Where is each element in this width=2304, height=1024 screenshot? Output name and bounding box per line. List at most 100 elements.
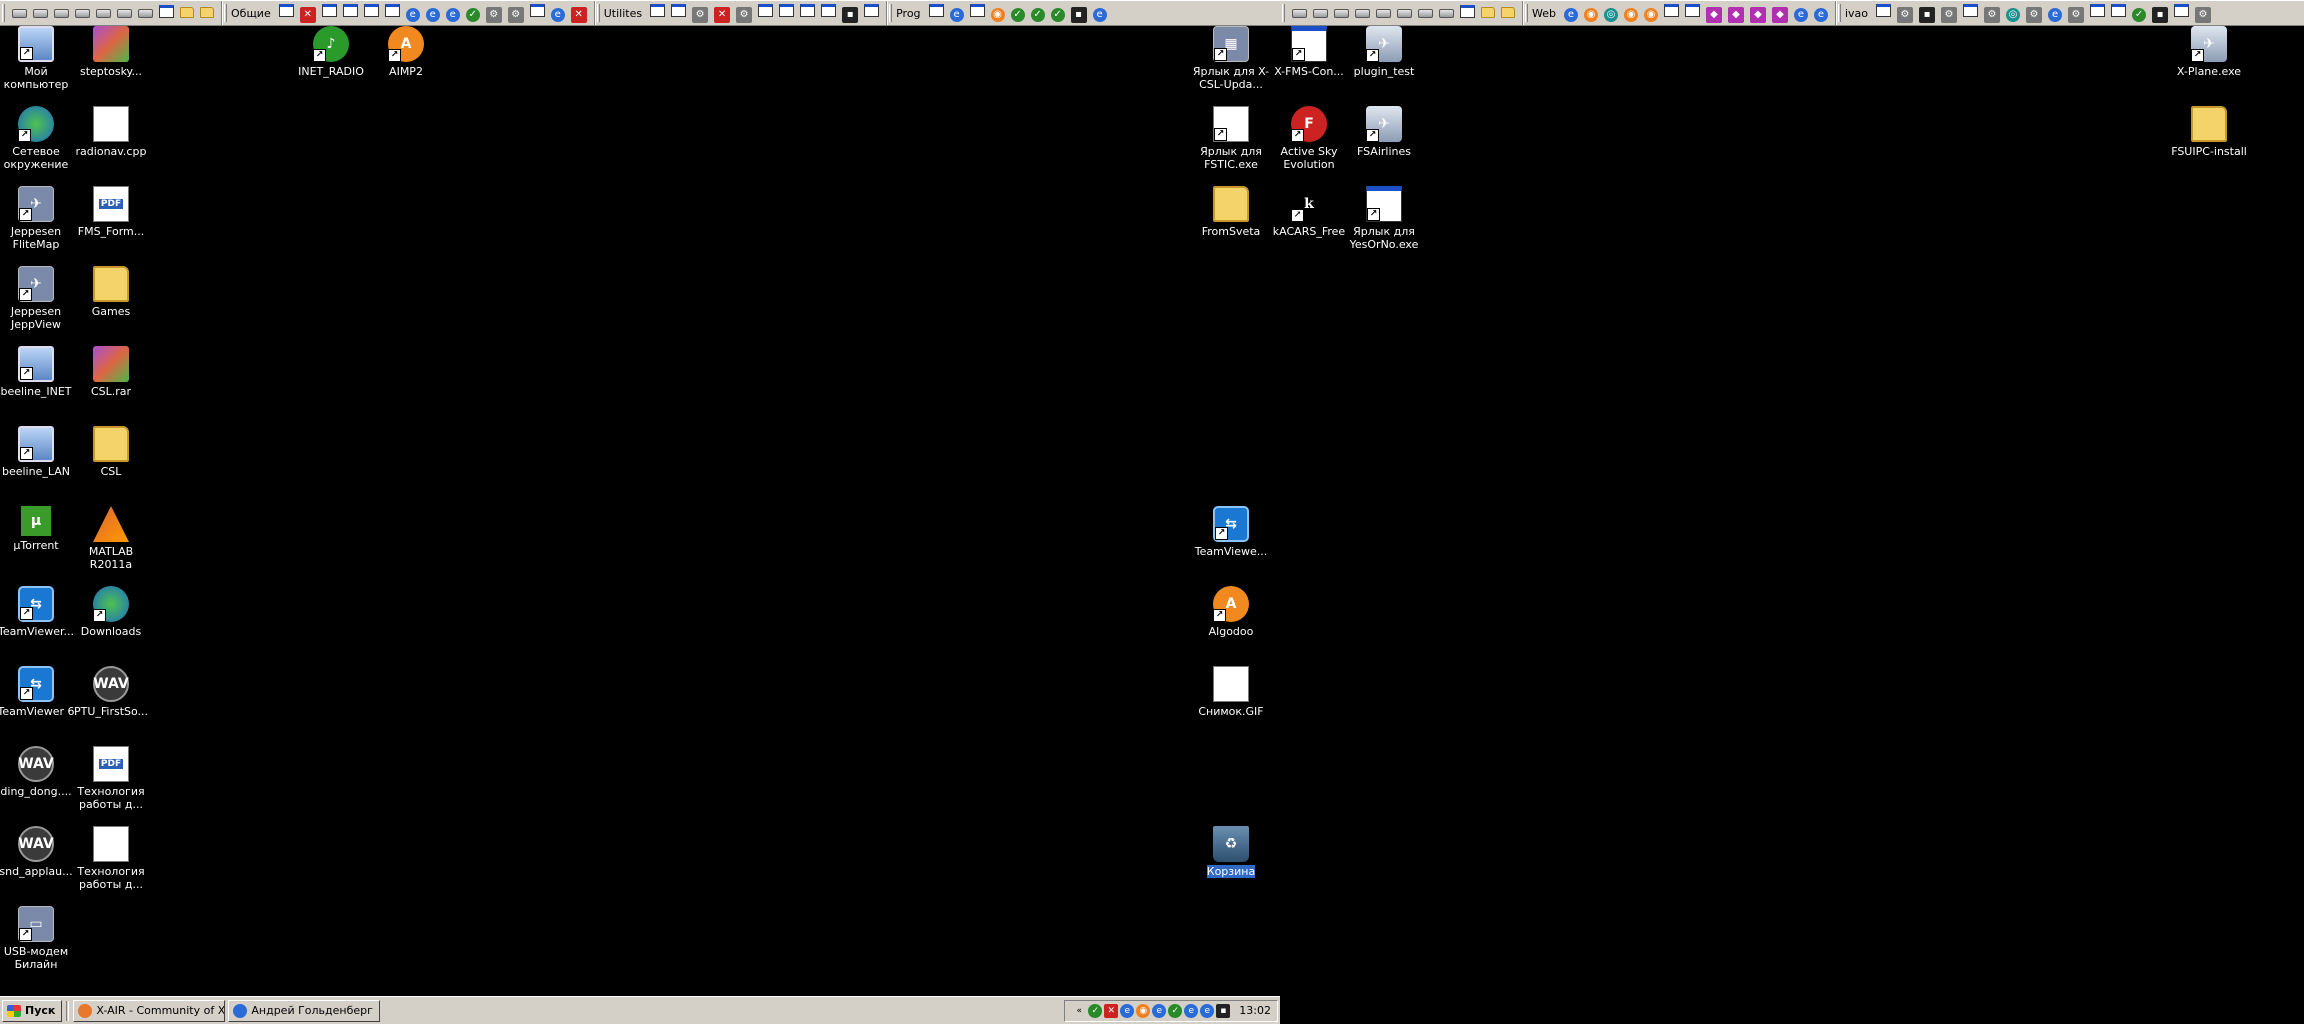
- drive-launch-icon[interactable]: [1313, 9, 1328, 18]
- toolbar-label-ivao[interactable]: ivao: [1845, 7, 1868, 20]
- gray-launch-icon[interactable]: ⚙: [1897, 6, 1914, 23]
- desktop-icon[interactable]: Games: [69, 266, 153, 318]
- desktop-icon[interactable]: FSi Ярлык для FSTIC.exe: [1189, 106, 1273, 171]
- win-launch-icon[interactable]: [928, 3, 944, 17]
- red-launch-icon[interactable]: ✕: [570, 6, 587, 23]
- drive-launch-icon[interactable]: [1439, 9, 1454, 18]
- desktop-icon[interactable]: FromSveta: [1189, 186, 1273, 238]
- desktop-icon[interactable]: ✈ Jeppesen JeppView: [0, 266, 78, 331]
- win-launch-icon[interactable]: [864, 3, 880, 17]
- desktop-icon[interactable]: ⇆ TeamViewer 6: [0, 666, 78, 718]
- blue-launch-icon[interactable]: e: [550, 7, 565, 22]
- win-launch-icon[interactable]: [779, 3, 795, 17]
- gray-launch-icon[interactable]: ⚙: [2195, 6, 2212, 23]
- green-launch-icon[interactable]: ✓: [2132, 7, 2147, 22]
- desktop-icon[interactable]: beeline_INET: [0, 346, 78, 398]
- win-launch-icon[interactable]: [758, 3, 774, 17]
- blue-tray-icon[interactable]: e: [1152, 1004, 1167, 1019]
- red-tray-icon[interactable]: ✕: [1104, 1004, 1119, 1019]
- purple-launch-icon[interactable]: ◆: [1705, 6, 1722, 23]
- desktop-icon[interactable]: PDF FMS_Form...: [69, 186, 153, 238]
- desktop-icon[interactable]: C++ radionav.cpp: [69, 106, 153, 158]
- blue-launch-icon[interactable]: e: [2048, 7, 2063, 22]
- toolbar-label-utilites[interactable]: Utilites: [604, 7, 642, 20]
- desktop-icon[interactable]: beeline_LAN: [0, 426, 78, 478]
- blue-launch-icon[interactable]: e: [1092, 7, 1107, 22]
- win-launch-icon[interactable]: [529, 3, 545, 17]
- win-launch-icon[interactable]: [321, 3, 337, 17]
- win-launch-icon[interactable]: [2090, 3, 2106, 17]
- task-button-xair[interactable]: X-AIR - Community of X-...: [73, 999, 226, 1022]
- dark-launch-icon[interactable]: ▪: [842, 6, 859, 23]
- desktop-icon[interactable]: k kACARS_Free: [1267, 186, 1351, 238]
- desktop-icon[interactable]: ✈ Jeppesen FliteMap: [0, 186, 78, 251]
- green-tray-icon[interactable]: ✓: [1088, 1004, 1103, 1019]
- desktop-icon[interactable]: µ µTorrent: [0, 506, 78, 552]
- desktop-icon[interactable]: ✈ X-Plane.exe: [2167, 26, 2251, 78]
- toolbar-grip[interactable]: [889, 4, 893, 22]
- gray-launch-icon[interactable]: ⚙: [507, 6, 524, 23]
- blue-launch-icon[interactable]: e: [1563, 7, 1578, 22]
- dark-launch-icon[interactable]: ▪: [1070, 6, 1087, 23]
- dark-launch-icon[interactable]: ▪: [1919, 6, 1936, 23]
- drive-launch-icon[interactable]: [1334, 9, 1349, 18]
- drive-launch-icon[interactable]: [75, 9, 90, 18]
- win-launch-icon[interactable]: [800, 3, 816, 17]
- drive-launch-icon[interactable]: [33, 9, 48, 18]
- win-launch-icon[interactable]: [1876, 3, 1892, 17]
- teal-launch-icon[interactable]: ◎: [1603, 7, 1618, 22]
- drive-launch-icon[interactable]: [1355, 9, 1370, 18]
- win-launch-icon[interactable]: [1963, 3, 1979, 17]
- desktop-icon[interactable]: F Active Sky Evolution: [1267, 106, 1351, 171]
- drive-launch-icon[interactable]: [1418, 9, 1433, 18]
- green-tray-icon[interactable]: ✓: [1168, 1004, 1183, 1019]
- toolbar-grip[interactable]: [596, 4, 600, 22]
- desktop-icon[interactable]: WAV snd_applau...: [0, 826, 78, 878]
- desktop-icon[interactable]: Downloads: [69, 586, 153, 638]
- desktop-icon[interactable]: ✈ plugin_test: [1342, 26, 1426, 78]
- desktop-icon[interactable]: ▣ Снимок.GIF: [1189, 666, 1273, 718]
- red-launch-icon[interactable]: ✕: [714, 6, 731, 23]
- drive-launch-icon[interactable]: [96, 9, 111, 18]
- toolbar-grip[interactable]: [1837, 4, 1841, 22]
- folder-launch-icon[interactable]: [200, 7, 214, 18]
- blue-launch-icon[interactable]: e: [1813, 7, 1828, 22]
- desktop-icon[interactable]: PDF Технология работы д...: [69, 746, 153, 811]
- gray-launch-icon[interactable]: ⚙: [1984, 6, 2001, 23]
- win-launch-icon[interactable]: [278, 3, 294, 17]
- dark-launch-icon[interactable]: ▪: [2152, 6, 2169, 23]
- gray-launch-icon[interactable]: ⚙: [485, 6, 502, 23]
- toolbar-label-obshie[interactable]: Общие: [231, 7, 271, 20]
- desktop-icon[interactable]: A Algodoo: [1189, 586, 1273, 638]
- win-launch-icon[interactable]: [1663, 3, 1679, 17]
- win-launch-icon[interactable]: [821, 3, 837, 17]
- start-button[interactable]: Пуск: [2, 999, 63, 1022]
- orange-tray-icon[interactable]: ◉: [1136, 1004, 1151, 1019]
- green-launch-icon[interactable]: ✓: [1030, 7, 1045, 22]
- blue-tray-icon[interactable]: e: [1120, 1004, 1135, 1019]
- purple-launch-icon[interactable]: ◆: [1749, 6, 1766, 23]
- expand-tray-tray-icon[interactable]: «: [1072, 1004, 1086, 1018]
- folder-launch-icon[interactable]: [1501, 7, 1515, 18]
- win-launch-icon[interactable]: [2111, 3, 2127, 17]
- win-launch-icon[interactable]: [1460, 5, 1475, 18]
- gray-launch-icon[interactable]: ⚙: [736, 6, 753, 23]
- gray-launch-icon[interactable]: ⚙: [2068, 6, 2085, 23]
- desktop-icon[interactable]: X-FMS-Con...: [1267, 26, 1351, 78]
- blue-launch-icon[interactable]: e: [405, 7, 420, 22]
- folder-launch-icon[interactable]: [180, 7, 194, 18]
- orange-launch-icon[interactable]: ◉: [1583, 7, 1598, 22]
- blue-tray-icon[interactable]: e: [1200, 1004, 1215, 1019]
- toolbar-grip[interactable]: [2, 4, 5, 22]
- win-launch-icon[interactable]: [650, 3, 666, 17]
- folder-launch-icon[interactable]: [1481, 7, 1495, 18]
- win-launch-icon[interactable]: [363, 3, 379, 17]
- green-launch-icon[interactable]: ✓: [1050, 7, 1065, 22]
- drive-launch-icon[interactable]: [1292, 9, 1307, 18]
- toolbar-grip[interactable]: [224, 4, 227, 22]
- purple-launch-icon[interactable]: ◆: [1771, 6, 1788, 23]
- task-button-contact[interactable]: Андрей Гольденберг: [228, 999, 381, 1022]
- desktop-icon[interactable]: Сетевое окружение: [0, 106, 78, 171]
- blue-launch-icon[interactable]: e: [1793, 7, 1808, 22]
- dark-tray-icon[interactable]: ▪: [1216, 1004, 1231, 1019]
